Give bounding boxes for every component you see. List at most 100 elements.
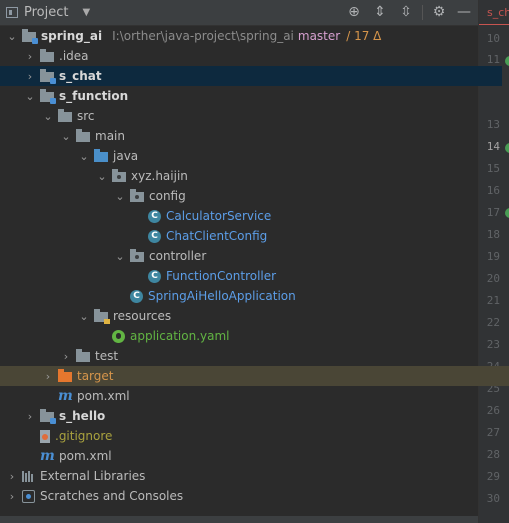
minimize-icon[interactable]: — [456, 4, 472, 20]
maven-icon: m [40, 448, 55, 464]
tree-item-app-class[interactable]: C SpringAiHelloApplication [0, 286, 509, 306]
crosshair-icon[interactable]: ⊕ [346, 4, 362, 20]
module-folder-icon [22, 29, 38, 44]
editor-tab[interactable]: s_ch [487, 6, 509, 19]
chevron-down-icon[interactable]: ⌄ [114, 190, 126, 203]
tree-item-label: resources [113, 309, 172, 323]
tree-item-chat-client-config[interactable]: C ChatClientConfig [0, 226, 509, 246]
tree-item-label: xyz.haijin [131, 169, 188, 183]
tree-item-label: java [113, 149, 139, 163]
gutter-run-marker[interactable] [505, 56, 509, 66]
tree-item-label: spring_ai [41, 29, 103, 43]
chevron-down-icon[interactable]: ⌄ [6, 30, 18, 43]
tree-item-label: s_hello [59, 409, 106, 423]
folder-icon [40, 49, 54, 62]
tree-item-label: SpringAiHelloApplication [148, 289, 296, 303]
tree-item-test[interactable]: › test [0, 346, 509, 366]
library-icon [22, 470, 35, 482]
chevron-down-icon[interactable]: ⌄ [60, 130, 72, 143]
tree-item-package[interactable]: ⌄ xyz.haijin [0, 166, 509, 186]
tree-item-java[interactable]: ⌄ java [0, 146, 509, 166]
chevron-right-icon[interactable]: › [24, 410, 36, 423]
tree-item-s-function[interactable]: ⌄ s_function [0, 86, 502, 106]
editor-tab-underline [479, 24, 509, 25]
module-folder-icon [40, 409, 56, 424]
tree-item-src[interactable]: ⌄ src [0, 106, 509, 126]
tree-item-label: test [95, 349, 119, 363]
module-folder-icon [40, 89, 56, 104]
folder-icon [58, 109, 72, 122]
tree-item-label: s_function [59, 89, 129, 103]
maven-icon: m [58, 388, 73, 404]
status-strip [0, 516, 478, 523]
tree-item-controller[interactable]: ⌄ controller [0, 246, 509, 266]
project-window-icon [6, 7, 18, 18]
chevron-down-icon[interactable]: ⌄ [78, 310, 90, 323]
project-toolbar: Project ▼ ⊕ ⇕ ⇳ ⚙ — [0, 0, 478, 26]
spring-config-icon [112, 329, 125, 343]
line-number: 10 [486, 32, 500, 45]
git-branch: master [297, 29, 341, 43]
class-icon: C [148, 269, 161, 283]
tree-item-label: src [77, 109, 95, 123]
tree-item-external-libraries[interactable]: › External Libraries [0, 466, 484, 486]
line-number: 30 [486, 492, 500, 505]
tree-item-label: FunctionController [166, 269, 277, 283]
chevron-right-icon[interactable]: › [24, 50, 36, 63]
chevron-down-icon[interactable]: ⌄ [24, 90, 36, 103]
tree-item-label: CalculatorService [166, 209, 272, 223]
chevron-right-icon[interactable]: › [6, 470, 18, 483]
tree-item-pom-inner[interactable]: m pom.xml [0, 386, 509, 406]
tree-item-label: target [77, 369, 114, 383]
collapse-all-icon[interactable]: ⇳ [398, 4, 414, 20]
tree-item-label: config [149, 189, 186, 203]
tree-item-s-hello[interactable]: › s_hello [0, 406, 502, 426]
tree-item-function-controller[interactable]: C FunctionController [0, 266, 509, 286]
expand-all-icon[interactable]: ⇕ [372, 4, 388, 20]
tree-item-main[interactable]: ⌄ main [0, 126, 509, 146]
tree-item-application-yaml[interactable]: application.yaml [0, 326, 509, 346]
tree-item-spring-ai[interactable]: ⌄ spring_ai I:\orther\java-project\sprin… [0, 26, 484, 46]
tree-item-label: .gitignore [55, 429, 113, 443]
tree-item-s-chat[interactable]: › s_chat [0, 66, 502, 86]
tree-item-target[interactable]: › target [0, 366, 509, 386]
folder-icon [76, 129, 90, 142]
chevron-right-icon[interactable]: › [60, 350, 72, 363]
class-icon: C [148, 229, 161, 243]
chevron-down-icon[interactable]: ⌄ [42, 110, 54, 123]
package-icon [130, 249, 144, 262]
toolbar-separator [422, 5, 423, 20]
chevron-down-icon[interactable]: ▼ [82, 7, 90, 18]
scratches-icon [22, 489, 35, 503]
project-view-selector[interactable]: Project ▼ [6, 0, 90, 25]
tree-item-resources[interactable]: ⌄ resources [0, 306, 509, 326]
tree-item-idea[interactable]: › .idea [0, 46, 502, 66]
chevron-right-icon[interactable]: › [42, 370, 54, 383]
tree-item-label: Scratches and Consoles [40, 489, 184, 503]
tree-item-pom-root[interactable]: m pom.xml [0, 446, 502, 466]
chevron-down-icon[interactable]: ⌄ [78, 150, 90, 163]
chevron-down-icon[interactable]: ⌄ [114, 250, 126, 263]
folder-icon [76, 349, 90, 362]
spring-boot-class-icon: C [130, 289, 143, 303]
excluded-folder-icon [58, 369, 72, 382]
source-folder-icon [94, 149, 108, 162]
module-path: I:\orther\java-project\spring_ai [112, 29, 294, 43]
tree-item-label: controller [149, 249, 207, 263]
tree-item-scratches[interactable]: › Scratches and Consoles [0, 486, 484, 506]
package-icon [130, 189, 144, 202]
gitignore-file-icon [40, 429, 50, 443]
project-view-title: Project [24, 5, 69, 20]
package-icon [112, 169, 126, 182]
tree-item-label: main [95, 129, 125, 143]
tree-item-calculator-service[interactable]: C CalculatorService [0, 206, 509, 226]
chevron-right-icon[interactable]: › [24, 70, 36, 83]
chevron-down-icon[interactable]: ⌄ [96, 170, 108, 183]
tree-item-config[interactable]: ⌄ config [0, 186, 509, 206]
gear-icon[interactable]: ⚙ [431, 4, 447, 20]
line-number: 29 [486, 470, 500, 483]
chevron-right-icon[interactable]: › [6, 490, 18, 503]
class-icon: C [148, 209, 161, 223]
tree-item-label: ChatClientConfig [166, 229, 268, 243]
tree-item-gitignore[interactable]: .gitignore [0, 426, 502, 446]
